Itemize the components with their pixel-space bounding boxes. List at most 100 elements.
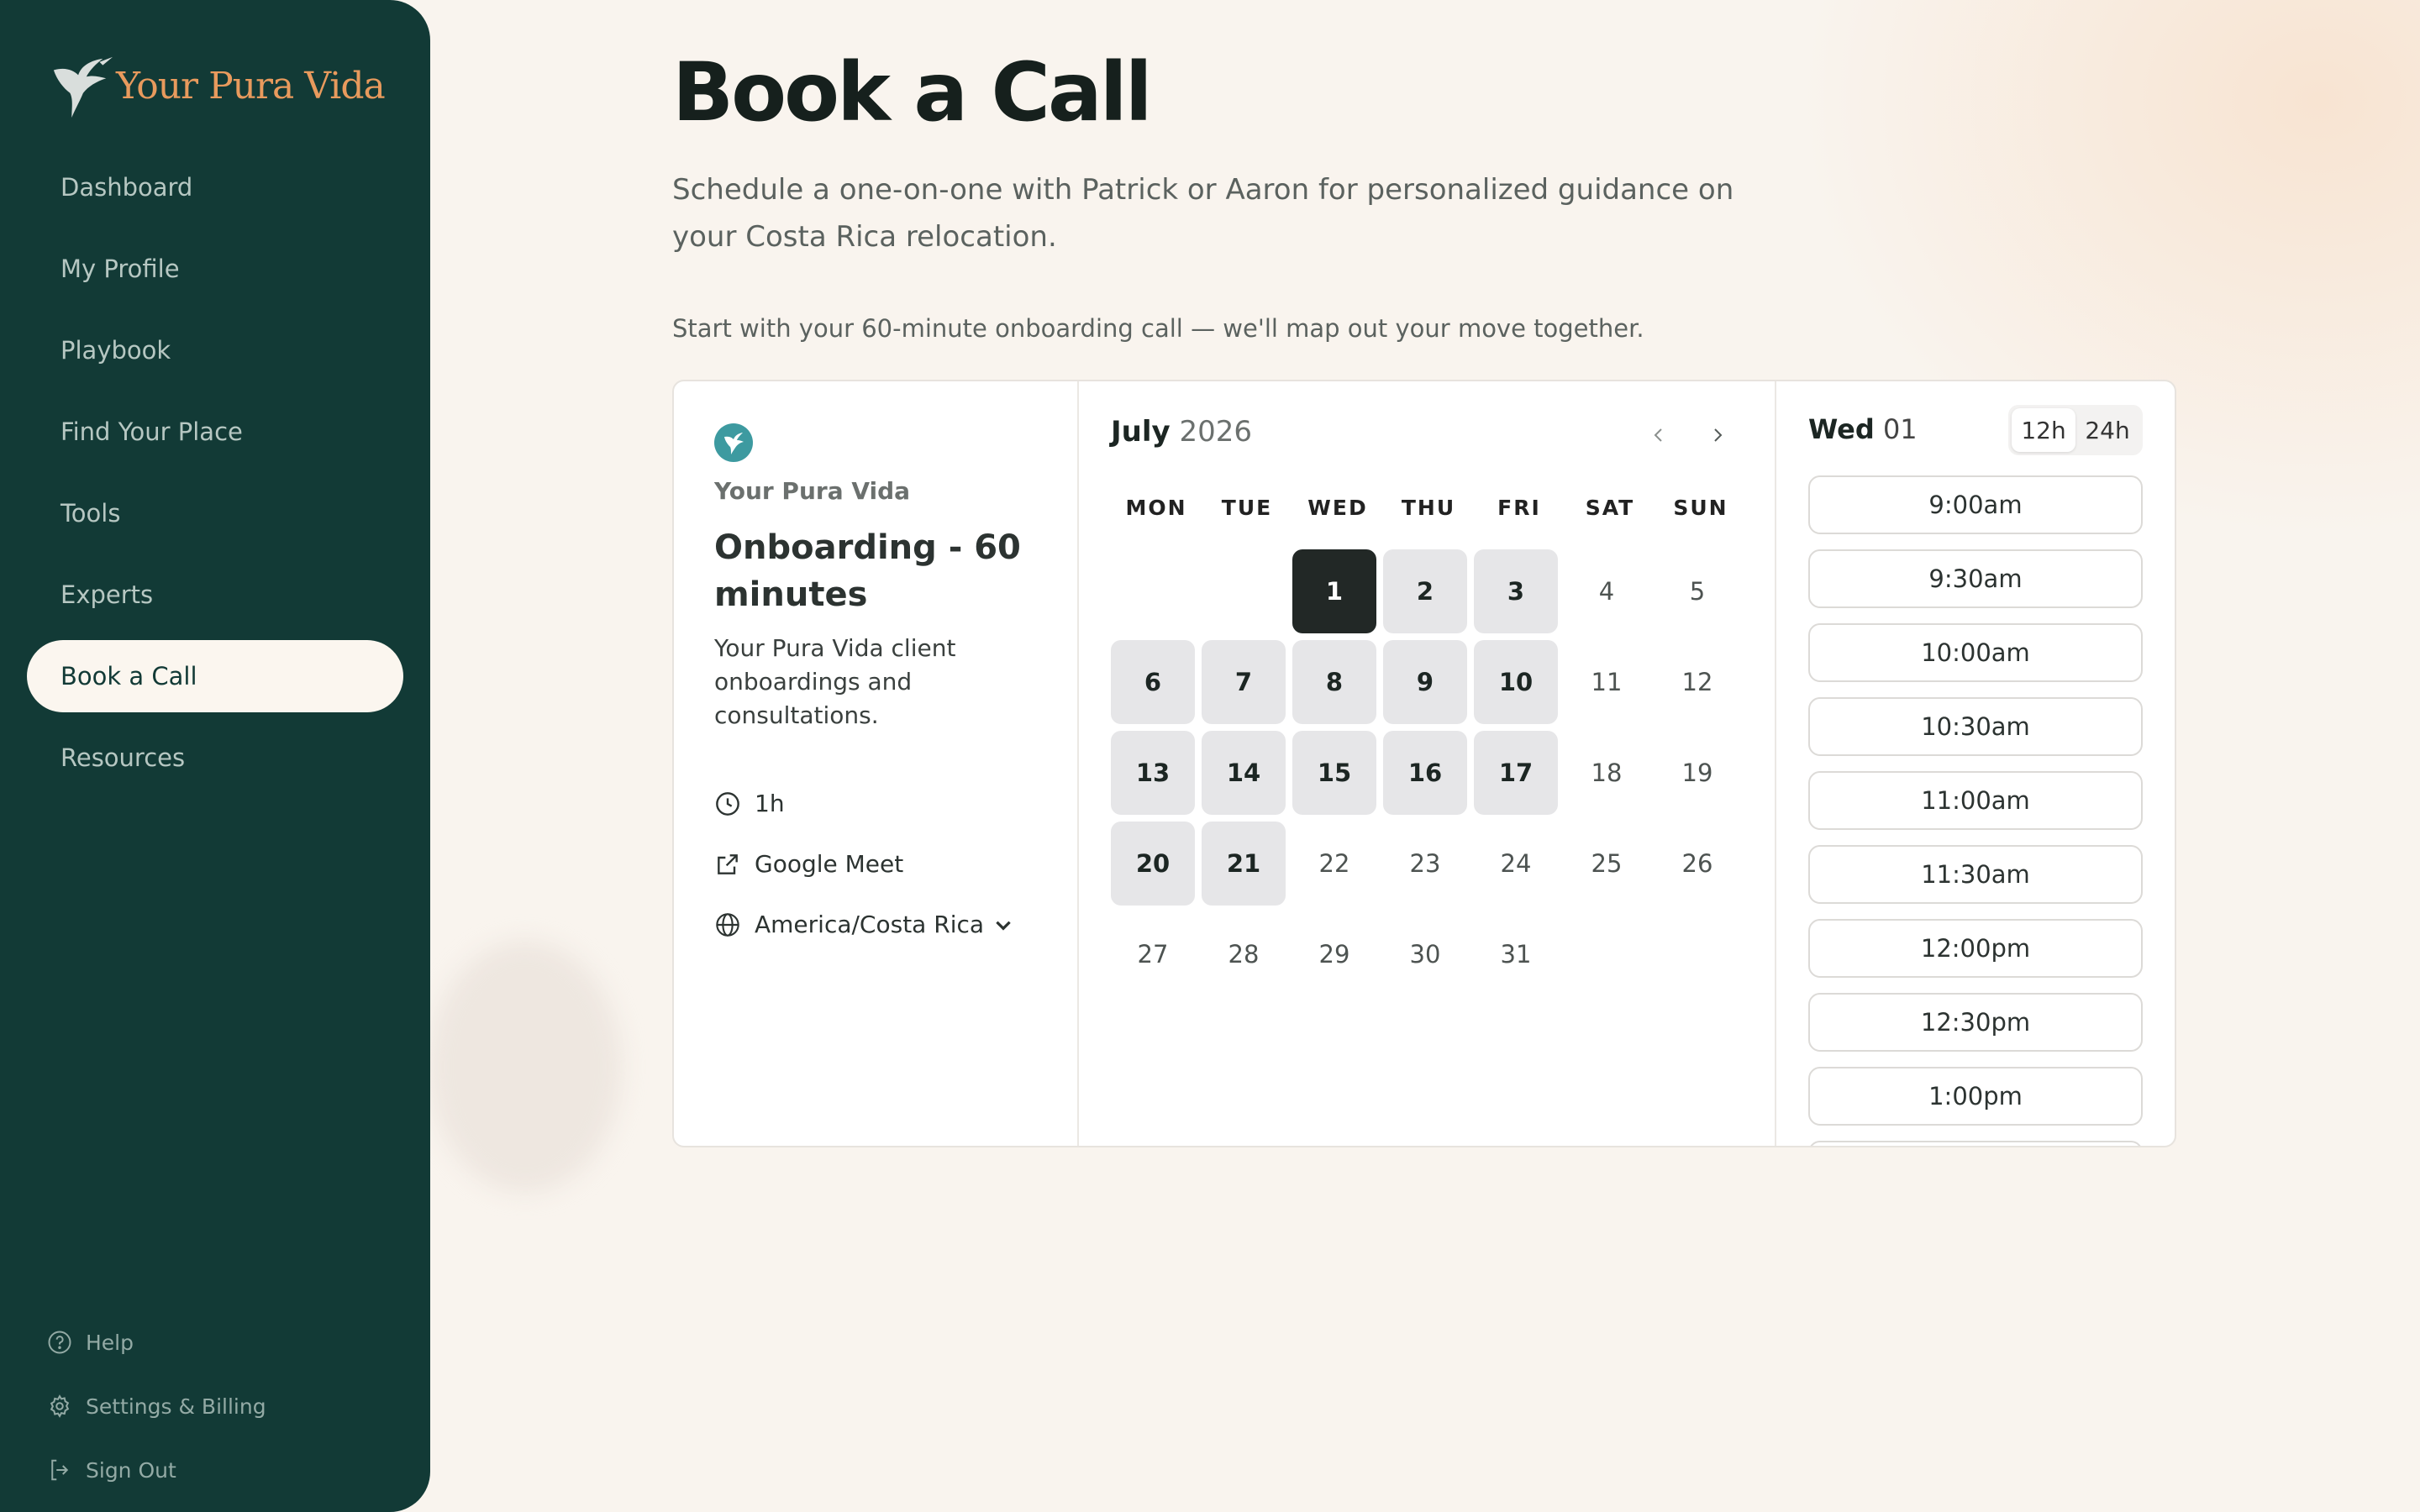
weekday-label: MON (1125, 496, 1187, 520)
day-cell[interactable]: 20 (1111, 822, 1195, 906)
calendar-year: 2026 (1179, 415, 1253, 449)
time-slot-button[interactable]: 10:00am (1808, 623, 2143, 682)
selected-day-number: 01 (1882, 413, 1918, 445)
day-cell: 4 (1598, 577, 1615, 606)
time-slot-button[interactable]: 1:00pm (1808, 1067, 2143, 1126)
sidebar-item-label: Experts (60, 580, 154, 609)
time-slot-button[interactable]: 10:30am (1808, 697, 2143, 756)
day-cell[interactable]: 10 (1474, 640, 1558, 724)
day-cell: 29 (1318, 940, 1350, 969)
time-slots-panel: Wed 01 12h 24h 9:00am 9:30am 10:00am 10:30a… (1775, 381, 2175, 1146)
event-details: Your Pura Vida Onboarding - 60 minutes Y… (674, 381, 1079, 1146)
sidebar-item-resources[interactable]: Resources (27, 722, 403, 794)
event-title: Onboarding - 60 minutes (714, 528, 1021, 614)
weekday-label: SUN (1673, 496, 1728, 520)
globe-icon (716, 912, 739, 937)
event-description: Your Pura Vida client onboardings and co… (714, 634, 956, 729)
clock-icon (716, 791, 739, 816)
time-slot-button[interactable]: 12:00pm (1808, 919, 2143, 978)
calendar-month-year: July 2026 (1111, 415, 1252, 449)
day-cell[interactable]: 17 (1474, 731, 1558, 815)
sidebar-item-my-profile[interactable]: My Profile (27, 233, 403, 305)
page-subtitle: Schedule a one-on-one with Patrick or Aa… (672, 173, 1734, 254)
day-cell[interactable]: 13 (1111, 731, 1195, 815)
day-cell[interactable]: 14 (1202, 731, 1286, 815)
external-link-icon (718, 853, 738, 874)
day-cell[interactable]: 15 (1292, 731, 1376, 815)
sign-out-icon (51, 1459, 69, 1481)
sidebar-item-label: Resources (60, 743, 186, 772)
sidebar-item-label: Book a Call (60, 662, 197, 690)
sidebar-item-label: Playbook (60, 336, 171, 365)
sidebar-item-dashboard[interactable]: Dashboard (27, 151, 403, 223)
time-slot-button[interactable] (1808, 1141, 2143, 1146)
format-12h-button[interactable]: 12h (2012, 408, 2075, 452)
day-cell: 27 (1137, 940, 1169, 969)
day-cell: 12 (1681, 668, 1713, 696)
sidebar-item-find-your-place[interactable]: Find Your Place (27, 396, 403, 468)
day-cell: 31 (1500, 940, 1532, 969)
day-cell: 25 (1591, 849, 1623, 878)
timezone-select[interactable]: America/Costa Rica (714, 911, 1014, 938)
day-cell[interactable]: 3 (1474, 549, 1558, 633)
booking-widget: Your Pura Vida Onboarding - 60 minutes Y… (672, 380, 2176, 1147)
chevron-down-icon (996, 921, 1011, 931)
intro-text: Start with your 60-minute onboarding cal… (672, 314, 1644, 343)
time-slot-button[interactable]: 11:30am (1808, 845, 2143, 904)
day-grid: 1 2 3 4 5 6 7 8 9 10 11 12 13 14 15 16 17 18 19 20 21 22 23 24 2… (1111, 549, 1739, 996)
weekday-header: MON TUE WED THU FRI SAT SUN (1111, 496, 1746, 520)
help-link[interactable]: Help (47, 1310, 266, 1374)
logo[interactable]: Your Pura Vida (49, 54, 386, 118)
day-cell[interactable]: 21 (1202, 822, 1286, 906)
day-cell-empty (1202, 549, 1286, 633)
duration-value: 1h (755, 790, 785, 817)
calendar: July 2026 MON TUE WED THU FRI SAT SUN 12… (1077, 381, 1776, 1146)
time-slot-button[interactable]: 9:30am (1808, 549, 2143, 608)
chevron-left-icon (1654, 428, 1662, 442)
day-cell: 30 (1409, 940, 1441, 969)
org-avatar (714, 423, 753, 462)
day-cell: 24 (1500, 849, 1532, 878)
day-cell: 23 (1409, 849, 1441, 878)
gear-icon (50, 1394, 70, 1418)
prev-month-button[interactable] (1642, 418, 1676, 452)
day-cell[interactable]: 16 (1383, 731, 1467, 815)
sidebar-item-playbook[interactable]: Playbook (27, 314, 403, 386)
time-slot-button[interactable]: 11:00am (1808, 771, 2143, 830)
day-cell-empty (1111, 549, 1195, 633)
logo-text: Your Pura Vida (116, 64, 386, 108)
sidebar-item-label: Dashboard (60, 173, 193, 202)
day-cell[interactable]: 9 (1383, 640, 1467, 724)
day-cell[interactable]: 6 (1111, 640, 1195, 724)
calendar-month: July (1111, 415, 1171, 449)
sidebar-item-label: My Profile (60, 255, 180, 283)
settings-billing-link[interactable]: Settings & Billing (47, 1374, 266, 1438)
page-title: Book a Call (672, 45, 1153, 139)
next-month-button[interactable] (1701, 418, 1734, 452)
time-slot-button[interactable]: 12:30pm (1808, 993, 2143, 1052)
day-cell: 19 (1681, 759, 1713, 787)
day-cell[interactable]: 7 (1202, 640, 1286, 724)
sign-out-link[interactable]: Sign Out (47, 1438, 266, 1502)
event-duration: 1h (714, 790, 785, 817)
day-cell[interactable]: 8 (1292, 640, 1376, 724)
background-blob (429, 941, 622, 1193)
day-cell[interactable]: 2 (1383, 549, 1467, 633)
weekday-label: TUE (1221, 496, 1273, 520)
help-icon (48, 1331, 71, 1354)
sidebar-item-tools[interactable]: Tools (27, 477, 403, 549)
chevron-right-icon (1714, 428, 1723, 442)
help-label: Help (86, 1330, 134, 1355)
day-cell-selected[interactable]: 1 (1292, 549, 1376, 633)
weekday-label: FRI (1497, 496, 1541, 520)
timezone-value: America/Costa Rica (755, 911, 985, 938)
time-slot-button[interactable]: 9:00am (1808, 475, 2143, 534)
format-24h-button[interactable]: 24h (2075, 408, 2139, 452)
sidebar-item-label: Find Your Place (60, 417, 243, 446)
sidebar-item-book-a-call[interactable]: Book a Call (27, 640, 403, 712)
sidebar-item-experts[interactable]: Experts (27, 559, 403, 631)
sidebar-footer: Help Settings & Billing Sign Out (47, 1310, 266, 1502)
sidebar: Your Pura Vida Dashboard My Profile Play… (0, 0, 430, 1512)
time-slot-list: 9:00am 9:30am 10:00am 10:30am 11:00am 11:30am… (1808, 475, 2143, 1146)
selected-day-name: Wed (1808, 413, 1875, 445)
